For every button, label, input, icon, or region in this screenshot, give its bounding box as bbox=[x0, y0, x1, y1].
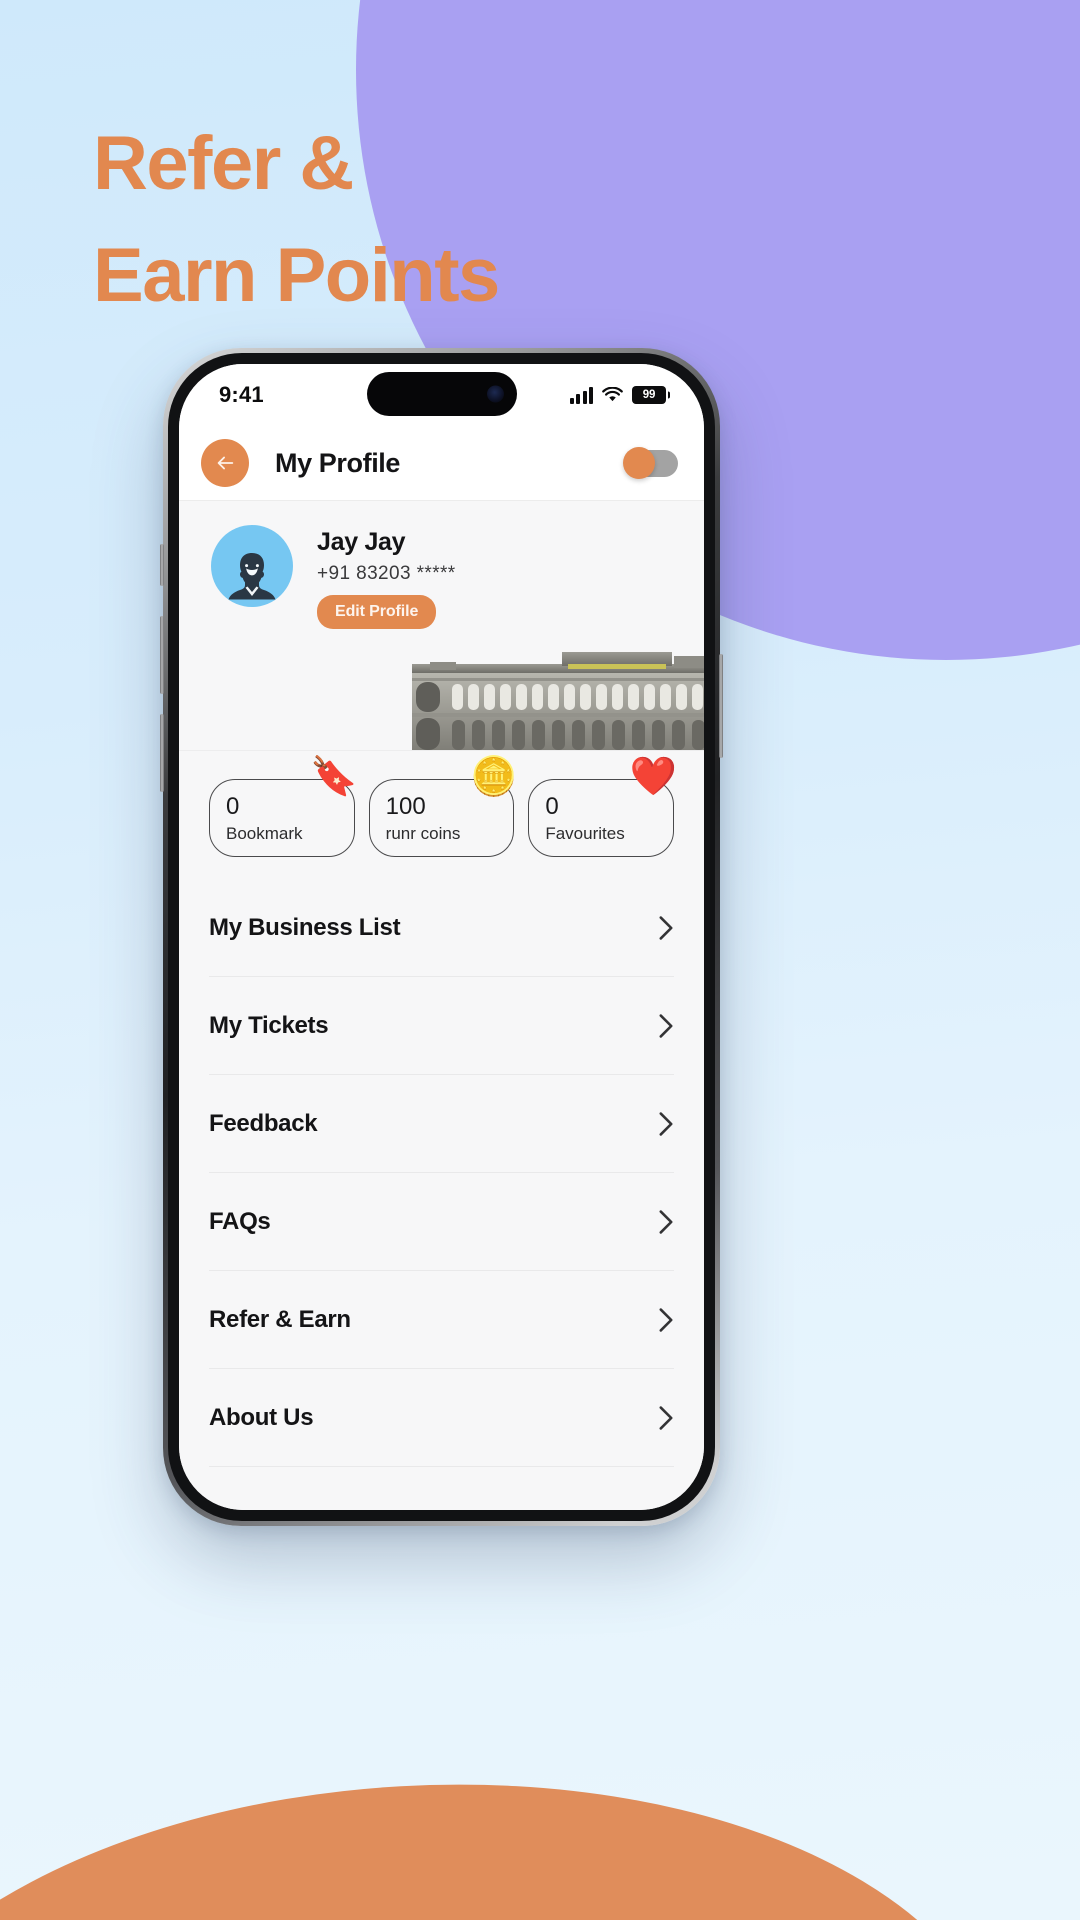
menu-item-label: FAQs bbox=[209, 1207, 271, 1235]
stat-card-bookmark[interactable]: 🔖 0 Bookmark bbox=[209, 758, 358, 858]
phone-mockup: 9:41 99 My Profile Jay Jay +91 83203 ***… bbox=[160, 348, 723, 1526]
battery-level: 99 bbox=[642, 389, 656, 401]
orange-wave-decoration bbox=[0, 1753, 1009, 1920]
chevron-right-icon bbox=[659, 1307, 673, 1332]
chevron-right-icon bbox=[659, 1013, 673, 1038]
avatar[interactable] bbox=[211, 525, 293, 607]
menu-item-about-us[interactable]: About Us bbox=[209, 1369, 674, 1468]
toggle-knob bbox=[623, 447, 655, 479]
arrow-left-icon bbox=[217, 456, 234, 470]
volume-up-button[interactable] bbox=[160, 616, 164, 694]
promo-stage: Refer & Earn Points 9:41 99 My Profile J… bbox=[0, 0, 1080, 1920]
chevron-right-icon bbox=[659, 915, 673, 940]
profile-section: Jay Jay +91 83203 ***** Edit Profile bbox=[179, 500, 704, 750]
menu-item-refer-and-earn[interactable]: Refer & Earn bbox=[209, 1271, 674, 1370]
heart-icon: ❤️ bbox=[629, 756, 678, 798]
profile-info: Jay Jay +91 83203 ***** Edit Profile bbox=[317, 525, 456, 629]
menu-item-label: My Business List bbox=[209, 913, 401, 941]
promo-headline: Refer & Earn Points bbox=[93, 108, 500, 332]
bookmark-icon: 🔖 bbox=[310, 756, 358, 798]
chevron-right-icon bbox=[659, 1405, 673, 1430]
coins-icon: 🪙 bbox=[470, 756, 518, 798]
stat-label: Favourites bbox=[545, 824, 625, 844]
profile-name: Jay Jay bbox=[317, 528, 406, 556]
menu-item-faqs[interactable]: FAQs bbox=[209, 1173, 674, 1272]
heritage-building-illustration bbox=[412, 642, 704, 750]
headline-line-2: Earn Points bbox=[93, 233, 500, 318]
wifi-icon bbox=[602, 387, 623, 402]
stat-card-favourites[interactable]: ❤️ 0 Favourites bbox=[528, 758, 677, 858]
user-avatar-icon bbox=[228, 553, 276, 600]
stat-label: Bookmark bbox=[226, 824, 303, 844]
menu-item-my-business-list[interactable]: My Business List bbox=[209, 879, 674, 978]
power-button[interactable] bbox=[719, 654, 723, 758]
edit-profile-button[interactable]: Edit Profile bbox=[317, 595, 437, 629]
status-bar: 9:41 99 bbox=[179, 364, 704, 426]
page-title: My Profile bbox=[275, 447, 401, 478]
theme-toggle[interactable] bbox=[623, 447, 678, 479]
stat-label: runr coins bbox=[385, 824, 461, 844]
status-time: 9:41 bbox=[219, 382, 264, 407]
chevron-right-icon bbox=[659, 1209, 673, 1234]
status-indicators: 99 bbox=[569, 386, 666, 404]
menu-item-label: Feedback bbox=[209, 1109, 318, 1137]
profile-row: Jay Jay +91 83203 ***** Edit Profile bbox=[179, 525, 704, 629]
app-bar: My Profile bbox=[179, 426, 704, 500]
front-camera-icon bbox=[486, 385, 504, 403]
cellular-bars-icon bbox=[569, 386, 593, 404]
menu-item-label: Refer & Earn bbox=[209, 1305, 351, 1333]
headline-line-1: Refer & bbox=[93, 121, 354, 206]
menu-item-label: My Tickets bbox=[209, 1011, 329, 1039]
stats-row: 🔖 0 Bookmark 🪙 100 runr coins ❤️ 0 Favou… bbox=[179, 750, 704, 880]
stat-card-coins[interactable]: 🪙 100 runr coins bbox=[368, 758, 517, 858]
menu-item-my-tickets[interactable]: My Tickets bbox=[209, 977, 674, 1076]
phone-bezel: 9:41 99 My Profile Jay Jay +91 83203 ***… bbox=[168, 353, 715, 1521]
menu-item-feedback[interactable]: Feedback bbox=[209, 1075, 674, 1174]
settings-menu: My Business List My Tickets Feedback FAQ… bbox=[179, 879, 704, 1510]
mute-switch[interactable] bbox=[160, 544, 164, 586]
dynamic-island bbox=[366, 372, 517, 416]
volume-down-button[interactable] bbox=[160, 714, 164, 792]
menu-item-label: About Us bbox=[209, 1403, 314, 1431]
chevron-right-icon bbox=[659, 1111, 673, 1136]
battery-icon: 99 bbox=[632, 386, 666, 404]
profile-phone: +91 83203 ***** bbox=[317, 563, 456, 584]
phone-screen: 9:41 99 My Profile Jay Jay +91 83203 ***… bbox=[179, 364, 704, 1510]
back-button[interactable] bbox=[201, 439, 249, 487]
